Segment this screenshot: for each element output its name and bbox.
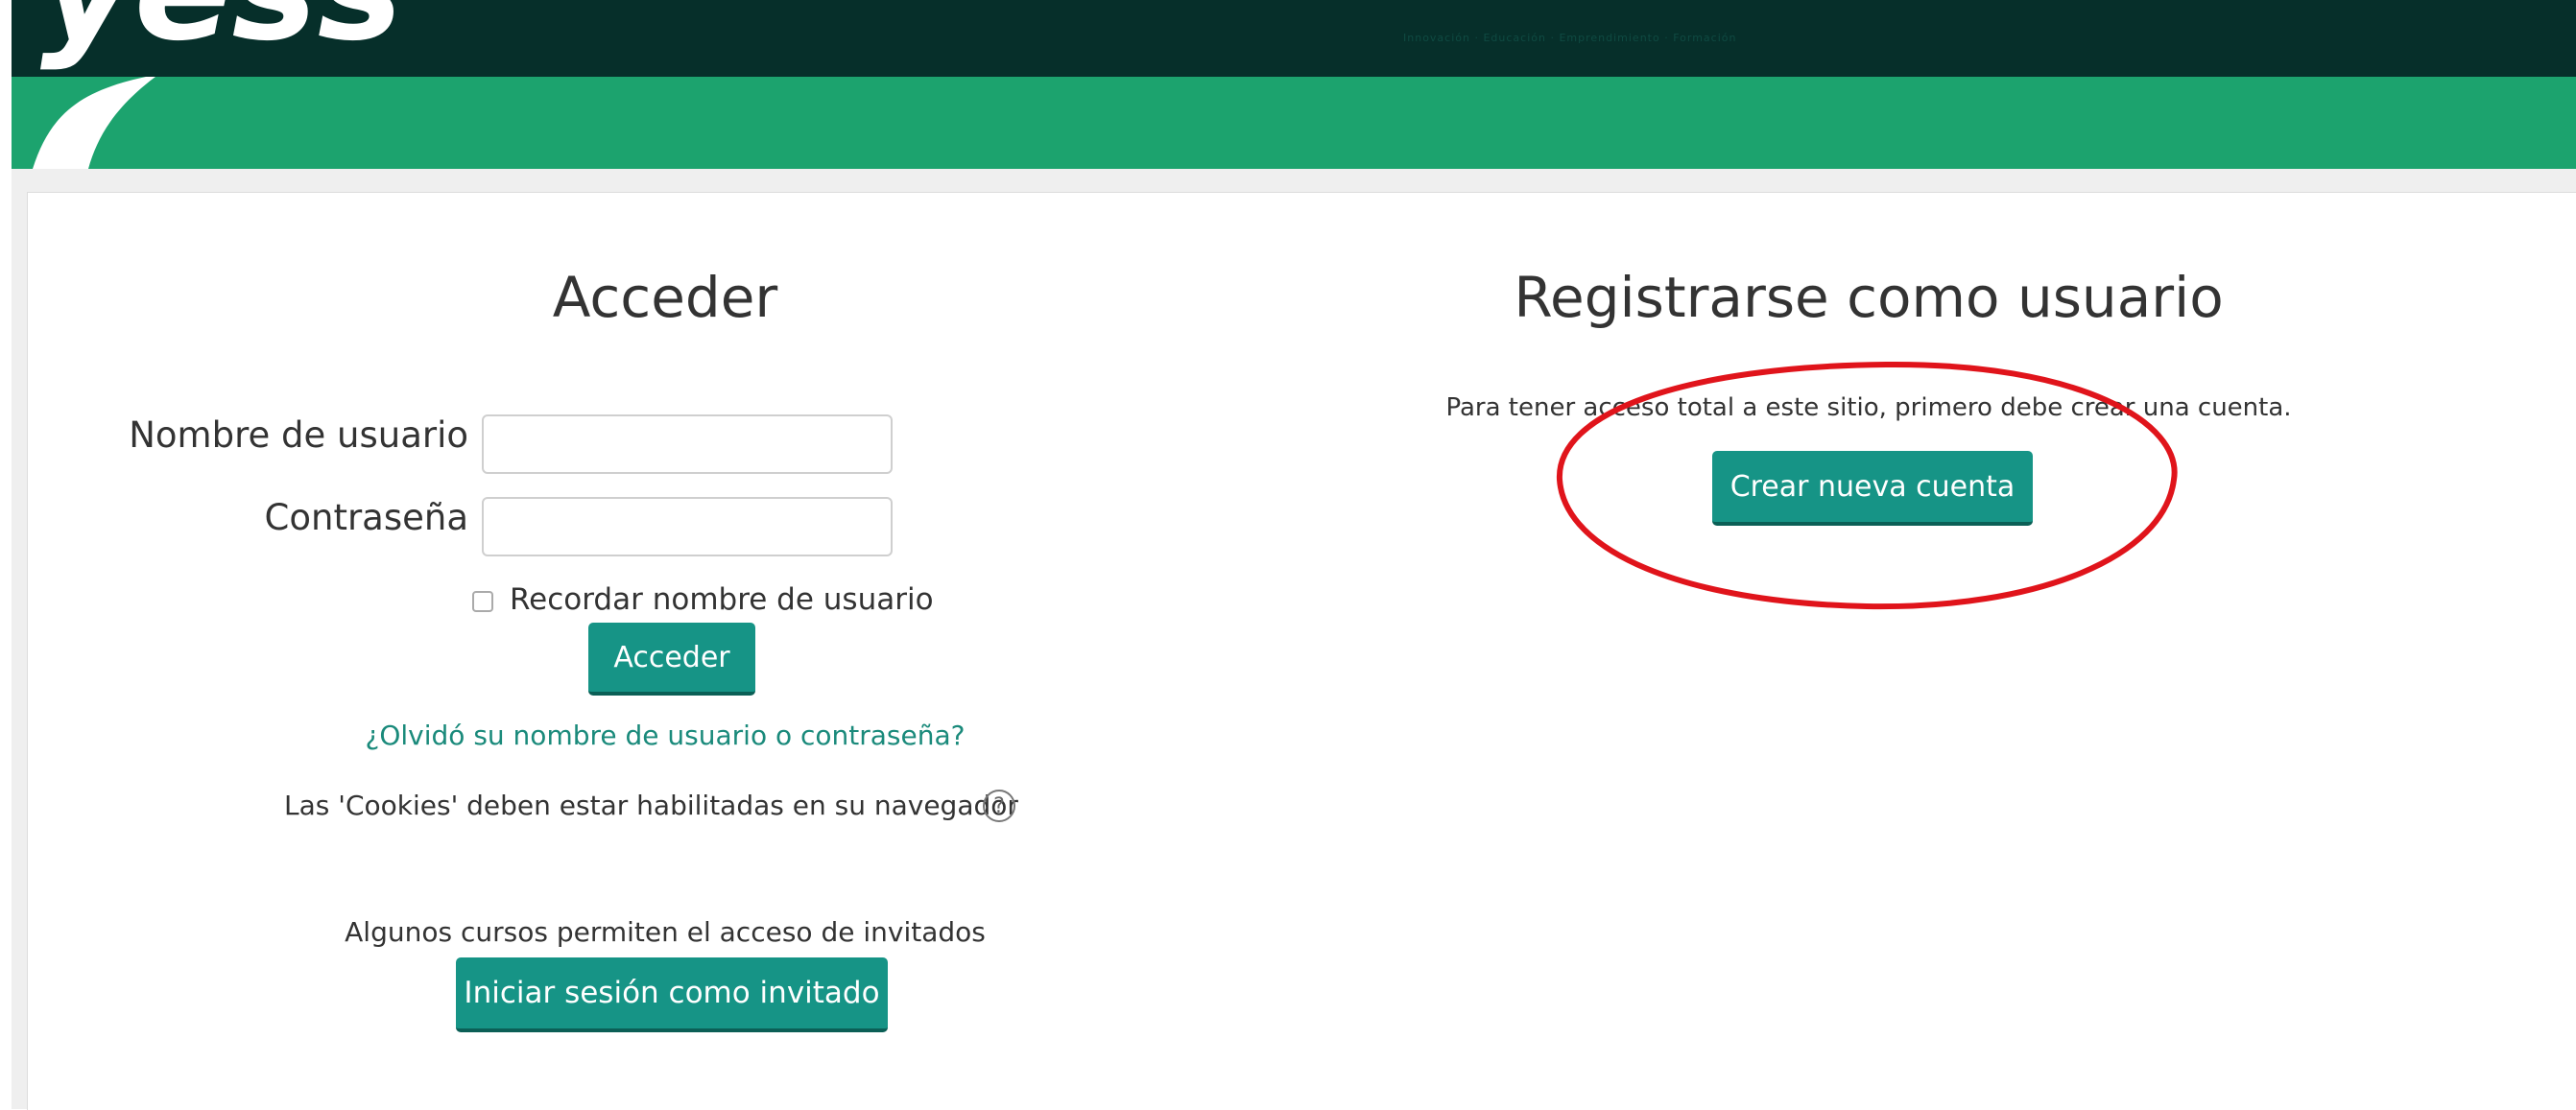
left-edge — [0, 0, 12, 1109]
logo-text: yess — [40, 0, 403, 73]
password-label: Contraseña — [264, 497, 468, 538]
create-account-button[interactable]: Crear nueva cuenta — [1712, 451, 2033, 526]
remember-username-checkbox[interactable] — [472, 591, 493, 612]
password-input[interactable] — [482, 497, 893, 556]
guest-login-button[interactable]: Iniciar sesión como invitado — [456, 957, 888, 1032]
site-logo[interactable]: yess — [12, 0, 587, 169]
login-submit-button[interactable]: Acceder — [588, 623, 755, 696]
question-circle-icon[interactable]: ? — [983, 790, 1015, 822]
signup-description: Para tener acceso total a este sitio, pr… — [1445, 393, 2292, 422]
username-label: Nombre de usuario — [129, 414, 468, 456]
remember-username-label[interactable]: Recordar nombre de usuario — [510, 582, 934, 617]
guest-access-notice: Algunos cursos permiten el acceso de inv… — [345, 916, 986, 948]
forgot-password-link[interactable]: ¿Olvidó su nombre de usuario o contraseñ… — [365, 720, 965, 751]
signup-title: Registrarse como usuario — [1514, 265, 2224, 330]
username-input[interactable] — [482, 414, 893, 474]
login-title: Acceder — [552, 265, 778, 330]
header-tagline: Innovación · Educación · Emprendimiento … — [1403, 32, 1737, 44]
cookies-notice: Las 'Cookies' deben estar habilitadas en… — [284, 790, 1018, 821]
site-header: yess Innovación · Educación · Emprendimi… — [12, 0, 2576, 169]
